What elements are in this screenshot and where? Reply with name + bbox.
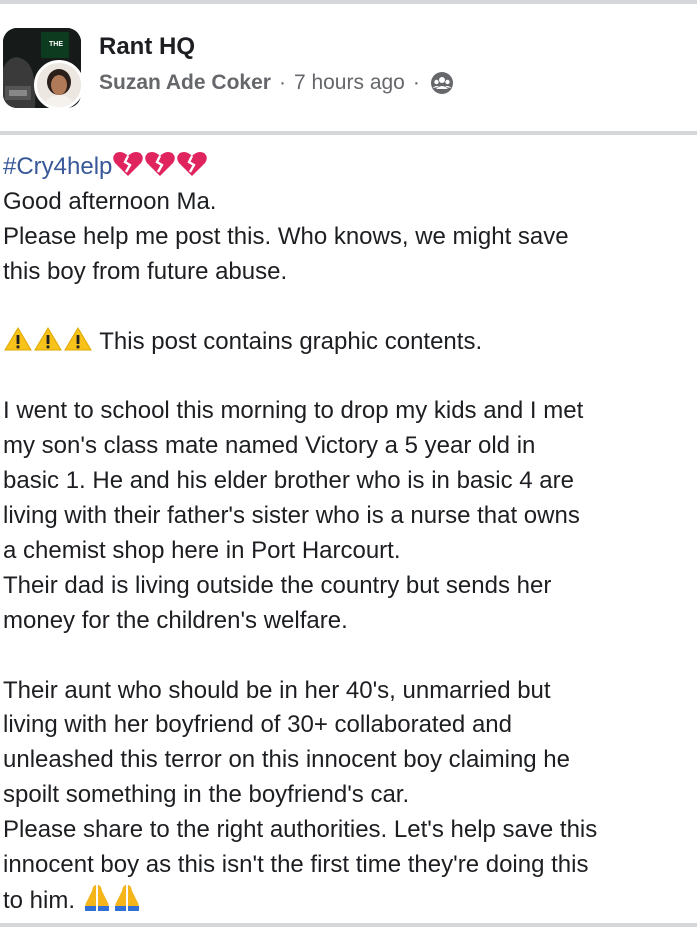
closing-line: to him. bbox=[3, 883, 693, 919]
post-line: Their dad is living outside the country … bbox=[3, 571, 552, 599]
post-line: innocent boy as this isn't the first tim… bbox=[3, 851, 589, 879]
post-line: Their aunt who should be in her 40's, un… bbox=[3, 676, 551, 704]
warning-line: This post contains graphic contents. bbox=[3, 325, 693, 360]
post-line: a chemist shop here in Port Harcourt. bbox=[3, 536, 401, 564]
warning-icon bbox=[33, 326, 63, 352]
post-line: living with her boyfriend of 30+ collabo… bbox=[3, 711, 512, 739]
folded-hands-icon bbox=[82, 883, 112, 911]
closing-text: to him. bbox=[3, 886, 76, 914]
post-line: I went to school this morning to drop my… bbox=[3, 397, 584, 425]
hashtag-link[interactable]: #Cry4help bbox=[3, 153, 112, 180]
post-line: Please share to the right authorities. L… bbox=[3, 816, 598, 844]
header-divider bbox=[0, 131, 697, 135]
author-name[interactable]: Suzan Ade Coker bbox=[99, 71, 271, 95]
group-name[interactable]: Rant HQ bbox=[99, 33, 195, 61]
post-line: unleashed this terror on this innocent b… bbox=[3, 746, 570, 774]
folded-hands-icon bbox=[112, 883, 142, 911]
post-header: THE Rant HQ Suzan Ade Coker · 7 hours ag… bbox=[0, 4, 697, 131]
post-line: living with their father's sister who is… bbox=[3, 502, 580, 530]
post-line: Good afternoon Ma. bbox=[3, 187, 217, 215]
post-line: this boy from future abuse. bbox=[3, 257, 288, 285]
post-line: Please help me post this. Who knows, we … bbox=[3, 222, 569, 250]
post-meta: Suzan Ade Coker · 7 hours ago · bbox=[99, 71, 454, 95]
post-line: money for the children's welfare. bbox=[3, 606, 348, 634]
group-audience-icon bbox=[430, 71, 454, 95]
author-avatar[interactable] bbox=[34, 60, 84, 110]
warning-text: This post contains graphic contents. bbox=[99, 327, 483, 355]
broken-heart-icon bbox=[144, 151, 176, 177]
meta-separator: · bbox=[278, 71, 286, 94]
warning-icon bbox=[3, 326, 33, 352]
post-line: basic 1. He and his elder brother who is… bbox=[3, 467, 574, 495]
svg-text:THE: THE bbox=[49, 41, 63, 48]
broken-heart-icon bbox=[176, 151, 208, 177]
post-line: my son's class mate named Victory a 5 ye… bbox=[3, 432, 536, 460]
post-line: spoilt something in the boyfriend's car. bbox=[3, 781, 410, 809]
meta-separator: · bbox=[412, 71, 420, 94]
post-time[interactable]: 7 hours ago bbox=[294, 71, 405, 95]
bottom-divider bbox=[0, 923, 697, 927]
broken-heart-icon bbox=[112, 151, 144, 177]
warning-icon bbox=[63, 326, 93, 352]
hashtag-line: #Cry4help bbox=[3, 150, 693, 185]
post-text: #Cry4help Good afternoon Ma. Please help… bbox=[3, 150, 693, 919]
